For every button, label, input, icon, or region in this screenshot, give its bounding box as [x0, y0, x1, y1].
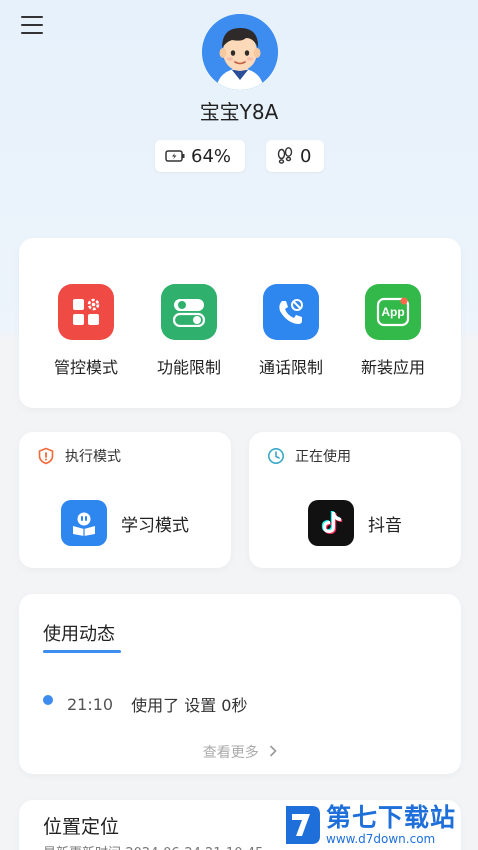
watermark-name: 第七下载站 [326, 803, 457, 832]
steps-value: 0 [300, 145, 312, 167]
phone-block-icon [263, 284, 319, 340]
control-mode-icon [58, 284, 114, 340]
device-name: 宝宝Y8A [199, 100, 279, 124]
timeline-dot [43, 695, 53, 705]
new-apps-label: 新装应用 [360, 358, 425, 377]
view-more-link[interactable]: 查看更多 [19, 742, 461, 762]
toggle-switch-icon [161, 284, 217, 340]
new-apps-button[interactable]: App 新装应用 [348, 284, 438, 378]
watermark-url: www.d7down.com [326, 832, 436, 846]
battery-icon [165, 150, 185, 162]
view-more-label: 查看更多 [202, 745, 259, 761]
execution-mode-title: 执行模式 [65, 449, 121, 465]
execution-mode-value: 学习模式 [121, 515, 189, 536]
shield-icon [37, 447, 55, 465]
battery-status: 64% [155, 140, 245, 172]
activity-text: 使用了 设置 0秒 [131, 696, 248, 715]
app-icon-text: App [381, 305, 405, 319]
current-app-card[interactable]: 正在使用 抖音 [249, 432, 461, 568]
location-updated-time: 最新更新时间:2024-06-24 21:10:45 [43, 842, 263, 850]
location-title: 位置定位 [43, 816, 120, 838]
watermark-logo-icon [286, 806, 320, 844]
control-mode-button[interactable]: 管控模式 [41, 284, 131, 378]
avatar[interactable] [202, 14, 278, 90]
battery-value: 64% [191, 145, 232, 167]
feature-limit-button[interactable]: 功能限制 [144, 284, 234, 378]
clock-icon [267, 447, 285, 465]
app-icon: App [365, 284, 421, 340]
call-limit-button[interactable]: 通话限制 [246, 284, 336, 378]
current-app-title: 正在使用 [295, 449, 351, 465]
hamburger-menu-icon[interactable] [20, 14, 44, 36]
study-mode-icon [61, 500, 107, 546]
douyin-icon [308, 500, 354, 546]
function-panel: 管控模式 功能限制 通话限制 App 新装应用 [19, 238, 461, 408]
activity-time: 21:10 [67, 694, 114, 714]
chevron-right-icon [269, 745, 277, 761]
current-app-value: 抖音 [368, 515, 402, 536]
execution-mode-card[interactable]: 执行模式 学习模式 [19, 432, 231, 568]
watermark: 第七下载站 www.d7down.com [282, 800, 478, 850]
call-limit-label: 通话限制 [258, 358, 323, 377]
usage-activity-card: 使用动态 21:10 使用了 设置 0秒 查看更多 [19, 594, 461, 774]
steps-status: 0 [266, 140, 324, 172]
usage-activity-title: 使用动态 [43, 624, 115, 645]
list-item: 21:10 使用了 设置 0秒 [43, 692, 247, 716]
feature-limit-label: 功能限制 [156, 358, 221, 377]
title-underline [43, 650, 121, 653]
footprint-icon [276, 147, 294, 165]
control-mode-label: 管控模式 [53, 358, 118, 377]
